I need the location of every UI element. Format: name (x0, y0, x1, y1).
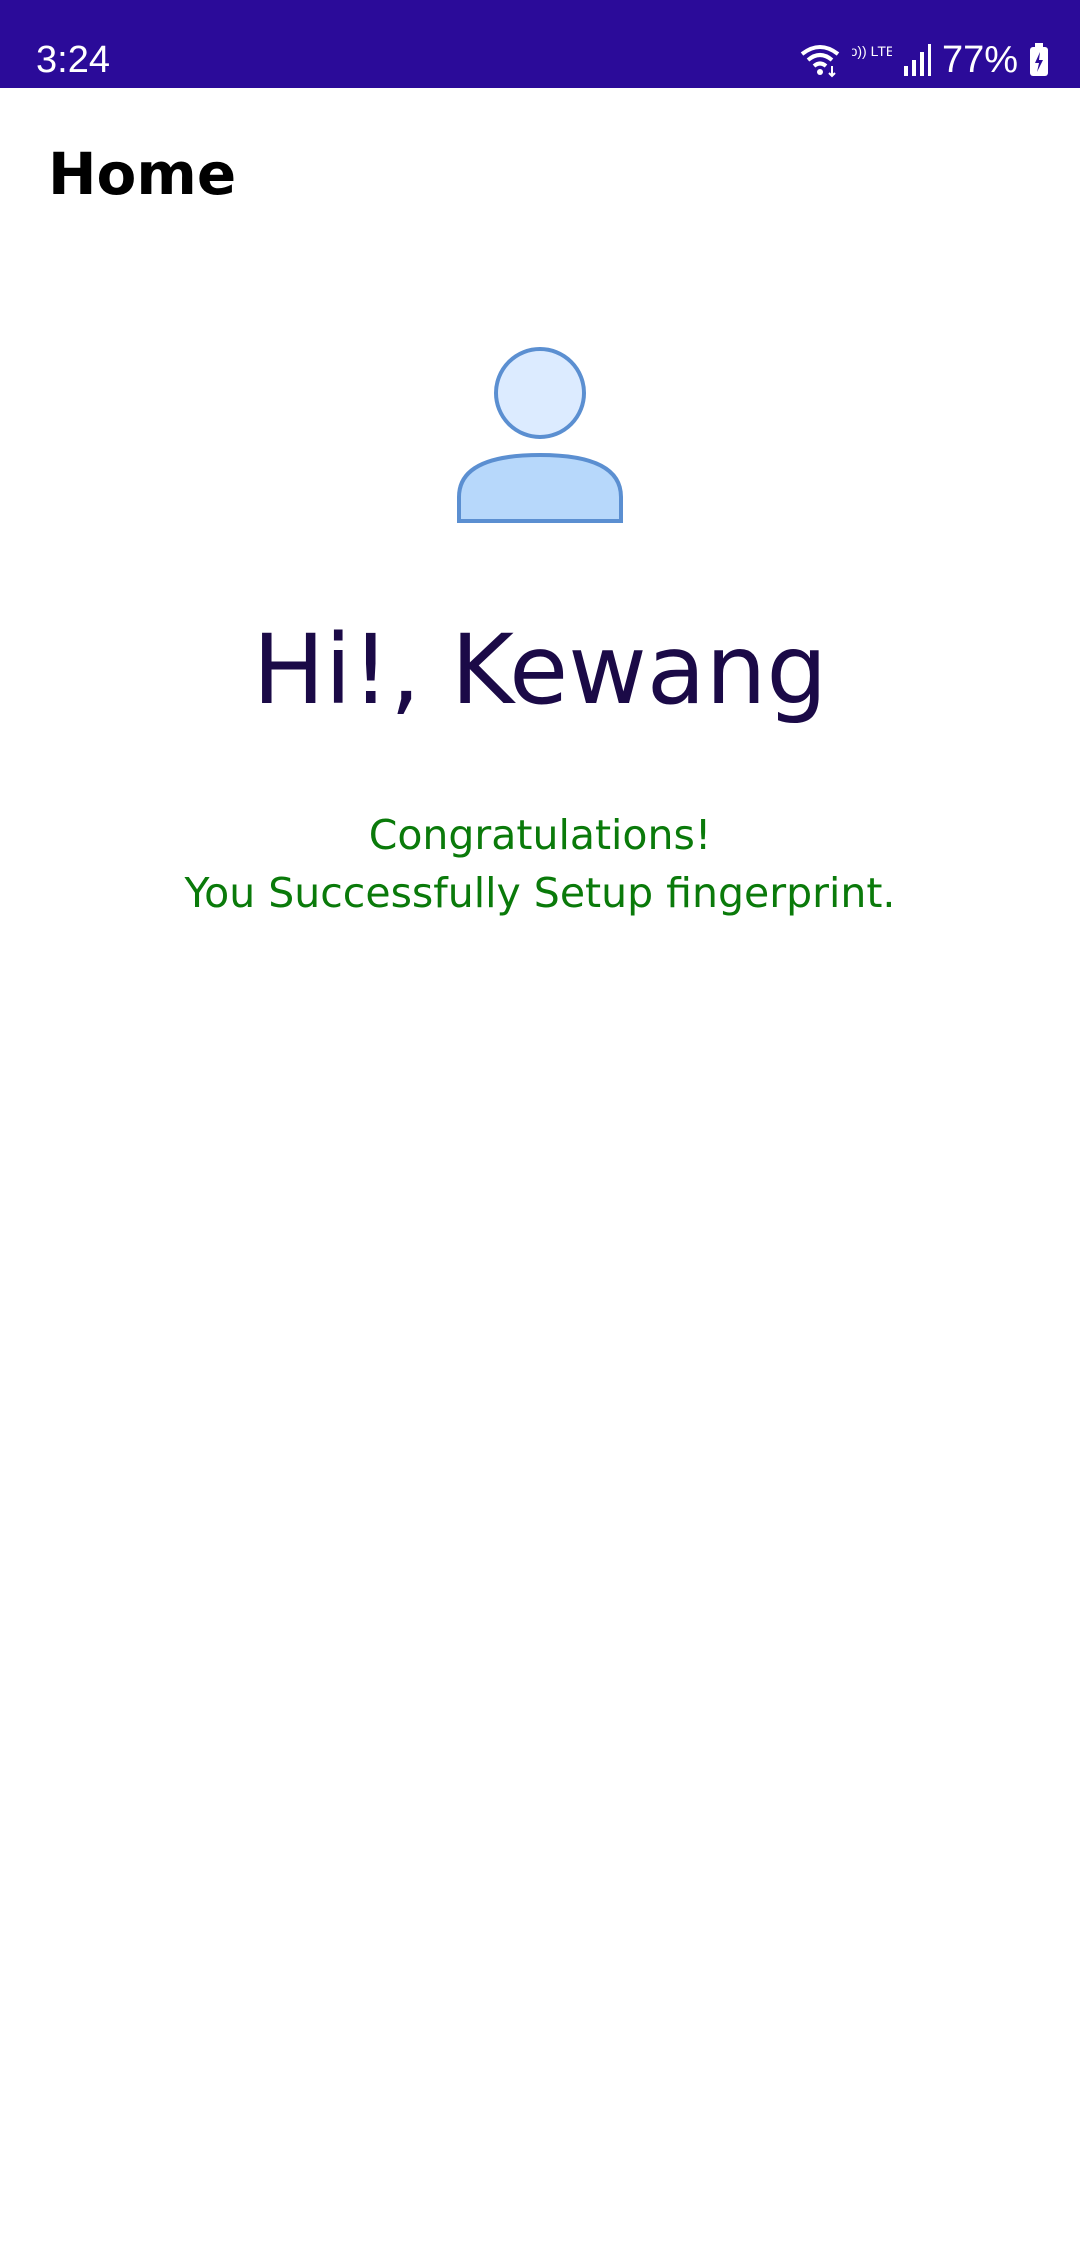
signal-icon (902, 42, 932, 78)
status-bar: 3:24 Vo)) LTE1 77% (0, 0, 1080, 88)
battery-percent: 77% (941, 39, 1018, 81)
wifi-icon (798, 42, 842, 78)
success-message: Congratulations! You Successfully Setup … (0, 806, 1080, 922)
page-title: Home (48, 140, 237, 208)
user-avatar-icon (455, 345, 625, 525)
volte-icon: Vo)) LTE1 (852, 42, 892, 78)
greeting-text: Hi!, Kewang (252, 614, 828, 726)
status-time: 3:24 (36, 39, 110, 81)
svg-text:Vo)) LTE1: Vo)) LTE1 (852, 43, 892, 59)
app-bar: Home (0, 88, 1080, 264)
status-icons: Vo)) LTE1 77% (798, 36, 1050, 84)
success-message-line1: Congratulations! (368, 811, 712, 859)
battery-icon (1028, 42, 1050, 78)
success-message-line2: You Successfully Setup fingerprint. (184, 869, 896, 917)
